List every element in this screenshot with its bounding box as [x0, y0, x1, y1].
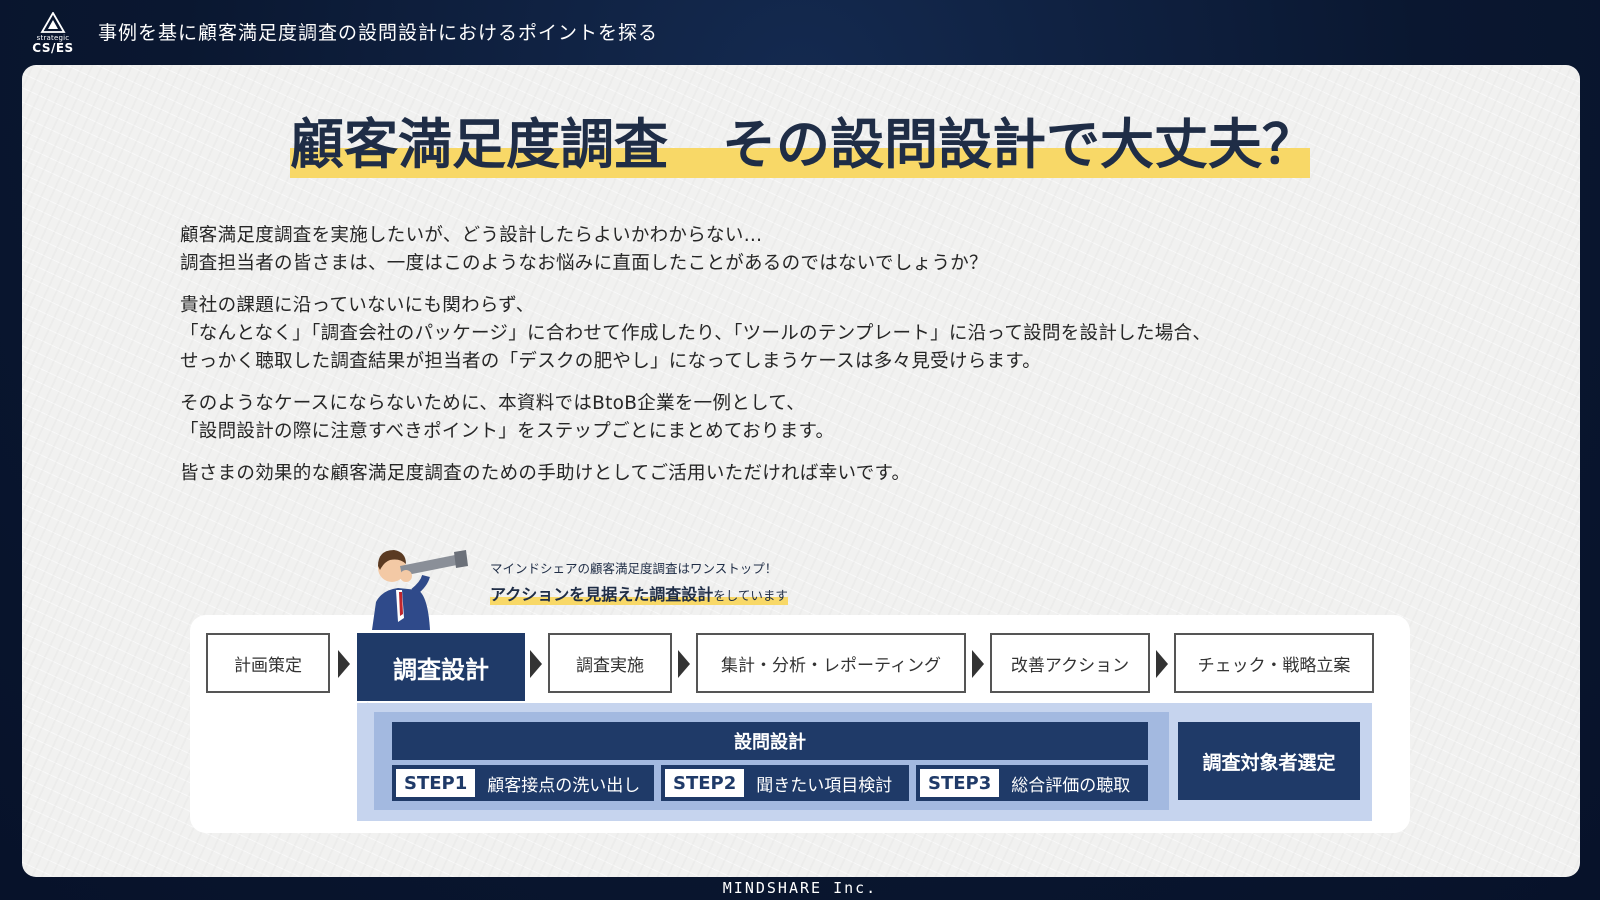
callout-line2: アクションを見据えた調査設計をしています [490, 581, 788, 605]
step-analysis-reporting: 集計・分析・レポーティング [696, 633, 966, 693]
target-selection-box: 調査対象者選定 [1178, 722, 1360, 800]
main-title-block: 顧客満足度調査 その設問設計で大丈夫？ [290, 110, 1316, 190]
step-planning: 計画策定 [206, 633, 330, 693]
paragraph-line: 貴社の課題に沿っていないにも関わらず、 [180, 295, 535, 316]
step-label: 顧客接点の洗い出し [487, 775, 641, 796]
sub-step-3: STEP3 総合評価の聴取 [916, 765, 1148, 801]
arrow-right-icon [530, 650, 542, 678]
businessman-telescope-icon [372, 550, 468, 630]
step-survey-execution: 調査実施 [548, 633, 672, 693]
footer-company: MINDSHARE Inc. [722, 879, 878, 897]
arrow-right-icon [678, 650, 690, 678]
triangle-logo-icon [40, 12, 66, 33]
paragraph-line: 顧客満足度調査を実施したいが、どう設計したらよいかわからない… [180, 225, 763, 246]
paragraph-line: 「なんとなく」「調査会社のパッケージ」に合わせて作成したり、「ツールのテンプレー… [180, 323, 1212, 344]
intro-text: 顧客満足度調査を実施したいが、どう設計したらよいかわからない… 調査担当者の皆さ… [180, 222, 1360, 502]
paragraph-1: 顧客満足度調査を実施したいが、どう設計したらよいかわからない… 調査担当者の皆さ… [180, 222, 1360, 278]
step-label: 総合評価の聴取 [1011, 775, 1131, 796]
callout-strong: アクションを見据えた調査設計 [490, 585, 714, 604]
sub-step-2: STEP2 聞きたい項目検討 [661, 765, 909, 801]
design-detail-title: 設問設計 [392, 722, 1148, 760]
main-title: 顧客満足度調査 その設問設計で大丈夫？ [290, 113, 1316, 176]
step-check-strategy: チェック・戦略立案 [1174, 633, 1374, 693]
step-label: 聞きたい項目検討 [756, 775, 893, 796]
arrow-right-icon [338, 650, 350, 678]
arrow-right-icon [1156, 650, 1168, 678]
step-survey-design: 調査設計 [357, 633, 525, 701]
service-callout: マインドシェアの顧客満足度調査はワンストップ！ アクションを見据えた調査設計をし… [490, 558, 788, 605]
callout-tail: をしています [713, 588, 788, 603]
paragraph-3: そのようなケースにならないために、本資料ではBtoB企業を一例として、 「設問設… [180, 390, 1360, 446]
sub-step-1: STEP1 顧客接点の洗い出し [392, 765, 654, 801]
paragraph-2: 貴社の課題に沿っていないにも関わらず、 「なんとなく」「調査会社のパッケージ」に… [180, 292, 1360, 376]
callout-line1: マインドシェアの顧客満足度調査はワンストップ！ [490, 561, 778, 576]
arrow-right-icon [972, 650, 984, 678]
paragraph-line: 皆さまの効果的な顧客満足度調査のための手助けとしてご活用いただければ幸いです。 [180, 463, 911, 484]
paragraph-4: 皆さまの効果的な顧客満足度調査のための手助けとしてご活用いただければ幸いです。 [180, 460, 1360, 488]
company-logo: strategic CS/ES [28, 12, 78, 56]
header-title: 事例を基に顧客満足度調査の設問設計におけるポイントを探る [98, 22, 659, 44]
logo-text: CS/ES [32, 41, 74, 55]
step-badge: STEP2 [665, 769, 745, 797]
paragraph-line: 「設問設計の際に注意すべきポイント」をステップごとにまとめております。 [180, 421, 835, 442]
paragraph-line: 調査担当者の皆さまは、一度はこのようなお悩みに直面したことがあるのではないでしょ… [180, 253, 988, 274]
step-improvement-action: 改善アクション [990, 633, 1150, 693]
step-badge: STEP1 [396, 769, 476, 797]
header-bar: strategic CS/ES 事例を基に顧客満足度調査の設問設計におけるポイン… [0, 0, 1600, 64]
paragraph-line: そのようなケースにならないために、本資料ではBtoB企業を一例として、 [180, 393, 805, 414]
paragraph-line: せっかく聴取した調査結果が担当者の「デスクの肥やし」になってしまうケースは多々見… [180, 351, 1042, 372]
step-badge: STEP3 [920, 769, 1000, 797]
